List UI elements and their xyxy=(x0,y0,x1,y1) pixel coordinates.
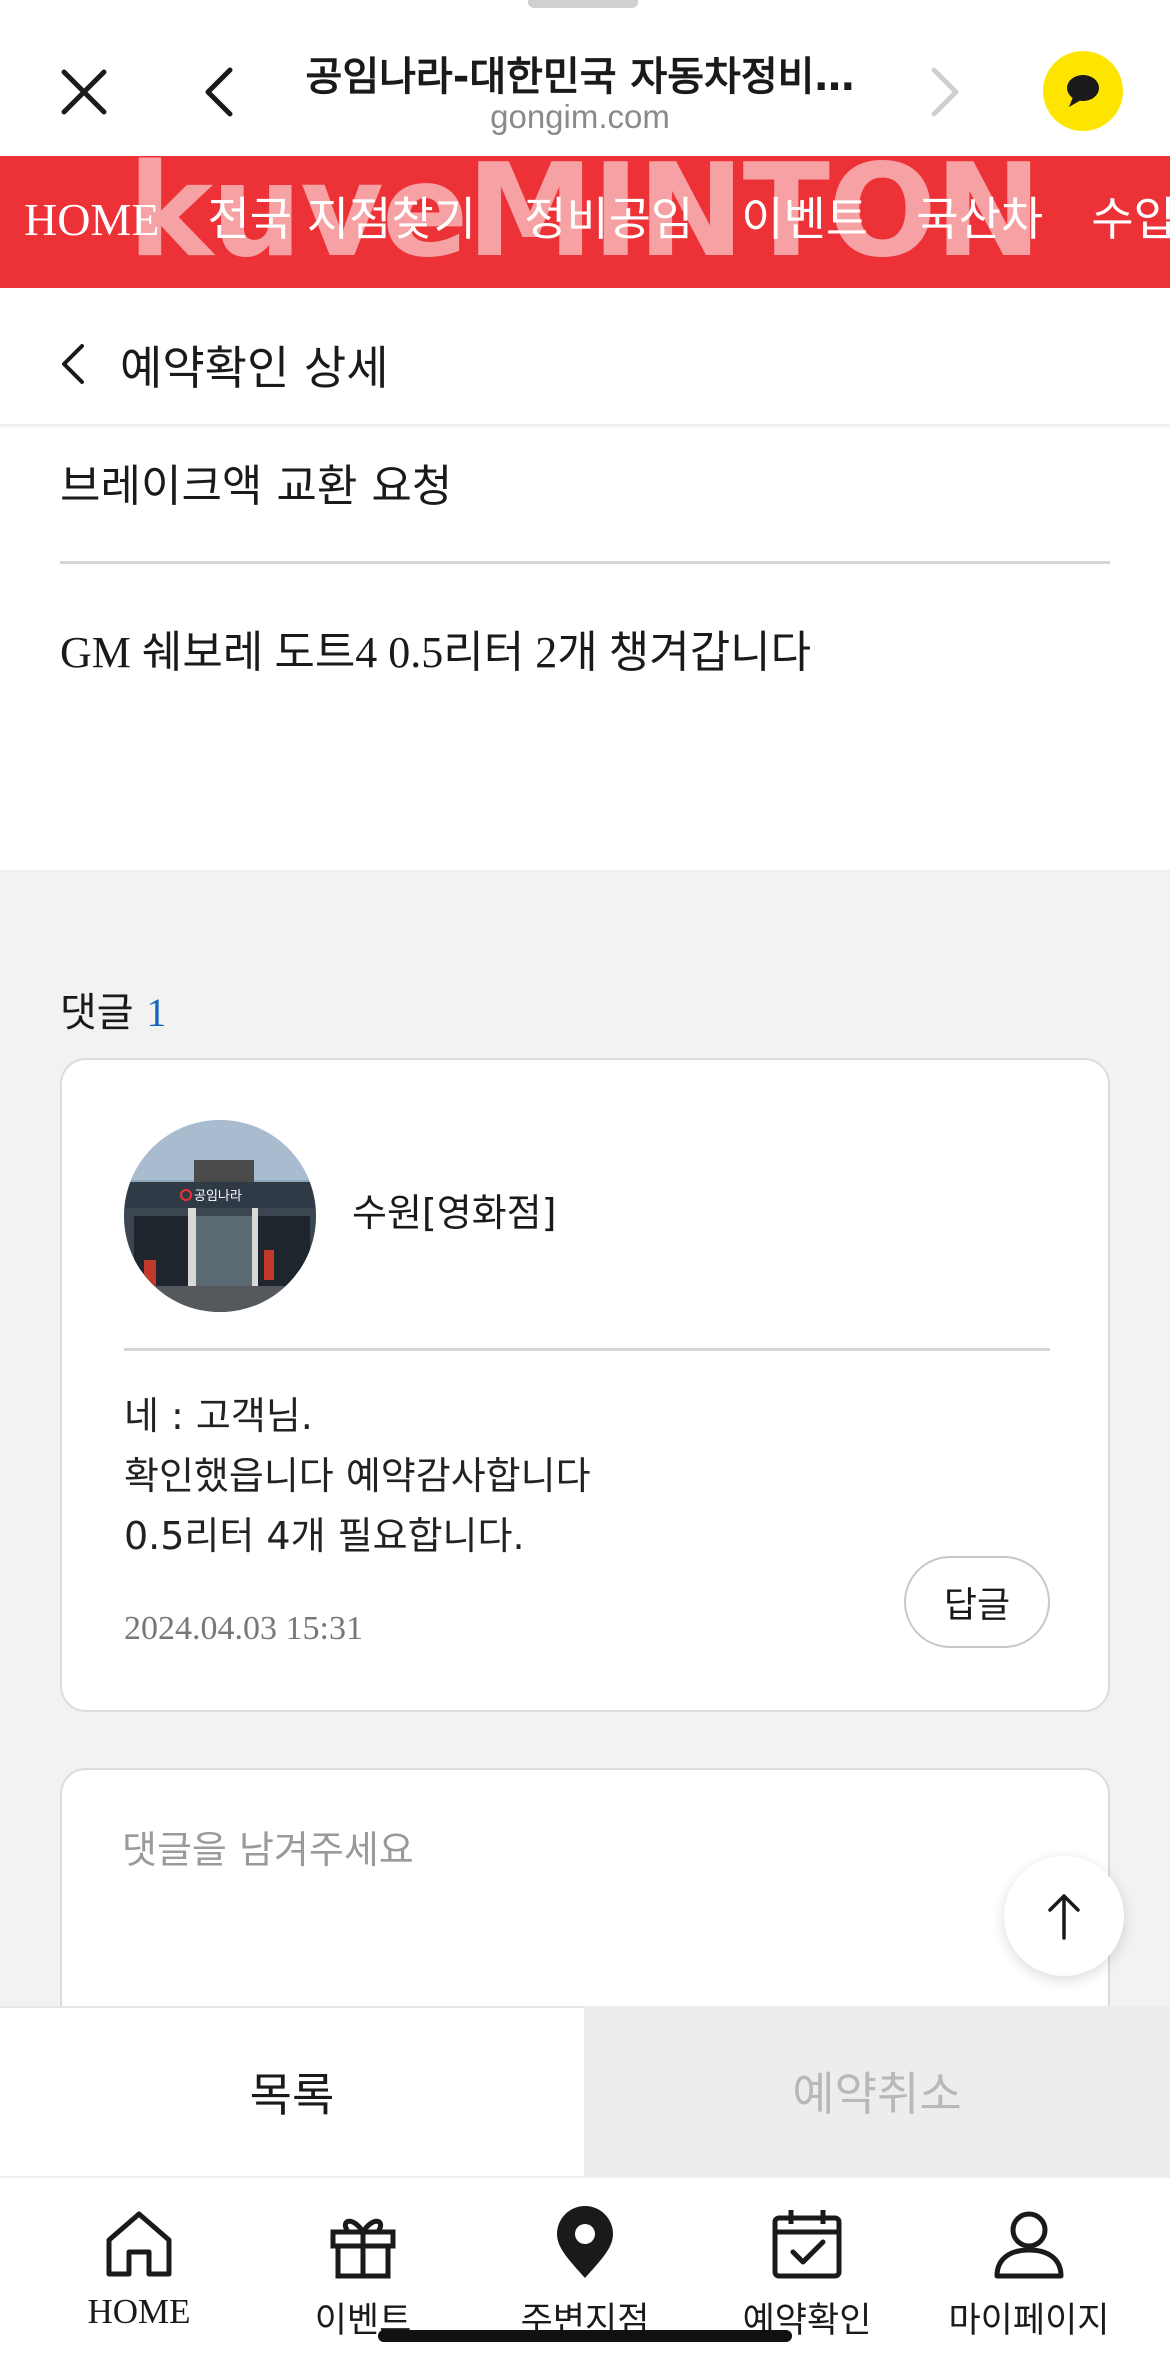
nav-item-import[interactable]: 수입차 xyxy=(1091,192,1170,247)
nav-item-home[interactable]: HOME xyxy=(24,192,159,247)
page-title: 예약확인 상세 xyxy=(120,341,389,395)
avatar: 공임나라 xyxy=(124,1120,316,1312)
comments-count: 1 xyxy=(146,990,167,1035)
post-subject: 브레이크액 교환 요청 xyxy=(60,461,453,512)
drag-handle xyxy=(528,0,638,8)
page-header: 예약확인 상세 xyxy=(0,300,1170,426)
browser-back-icon[interactable] xyxy=(190,60,254,124)
post-content: 브레이크액 교환 요청 GM 쉐보레 도트4 0.5리터 2개 챙겨갑니다 xyxy=(0,428,1170,870)
comment-card: 공임나라 수원[영화점] 네 : 고객님. 확인했읍니다 예약감사합니다 0.5… xyxy=(60,1058,1110,1712)
kakao-chat-icon[interactable] xyxy=(1043,51,1123,131)
browser-forward-icon[interactable] xyxy=(910,60,974,124)
comments-heading: 댓글 1 xyxy=(60,980,166,1038)
close-icon[interactable] xyxy=(52,60,116,124)
avatar-sign: 공임나라 xyxy=(194,1189,242,1204)
browser-title: 공임나라-대한민국 자동차정비… xyxy=(305,54,855,100)
comment-line: 확인했읍니다 예약감사합니다 xyxy=(124,1454,591,1498)
top-nav: HOME 전국 지점찾기 정비공임 이벤트 국산차 수입차 xyxy=(0,156,1170,288)
top-nav-items: HOME 전국 지점찾기 정비공임 이벤트 국산차 수입차 xyxy=(24,192,1170,247)
user-icon xyxy=(994,2211,1064,2279)
comment-line: 0.5리터 4개 필요합니다. xyxy=(124,1514,525,1558)
divider xyxy=(60,561,1110,564)
location-pin-icon xyxy=(557,2206,613,2278)
divider xyxy=(124,1348,1050,1351)
tab-label: 마이페이지 xyxy=(948,2301,1110,2341)
arrow-up-icon xyxy=(1048,1894,1080,1940)
tab-home[interactable]: HOME xyxy=(22,2196,256,2356)
comment-author: 수원[영화점] xyxy=(352,1191,557,1235)
comment-line: 네 : 고객님. xyxy=(124,1394,313,1438)
comment-input[interactable] xyxy=(122,1828,982,1872)
comment-text: 네 : 고객님. 확인했읍니다 예약감사합니다 0.5리터 4개 필요합니다. xyxy=(124,1386,591,1566)
home-indicator xyxy=(378,2330,792,2342)
browser-url: gongim.com xyxy=(490,98,670,135)
comments-section: 댓글 1 공임나라 수원[영화점] 네: 고객님. 확인했읍니다 예약감사합니… xyxy=(0,870,1170,2028)
comments-label: 댓글 xyxy=(60,990,134,1036)
comment-input-box[interactable] xyxy=(60,1768,1110,2028)
home-icon xyxy=(106,2211,172,2277)
post-body: GM 쉐보레 도트4 0.5리터 2개 챙겨갑니다 xyxy=(60,628,812,677)
nav-item-find-branch[interactable]: 전국 지점찾기 xyxy=(207,192,476,247)
tab-label: HOME xyxy=(87,2292,191,2331)
browser-bar: 공임나라-대한민국 자동차정비… gongim.com xyxy=(0,0,1170,156)
back-icon[interactable] xyxy=(52,336,96,392)
scroll-to-top-button[interactable] xyxy=(1004,1856,1124,1976)
nav-item-event[interactable]: 이벤트 xyxy=(741,192,868,247)
reply-button[interactable]: 답글 xyxy=(904,1556,1050,1648)
gift-icon xyxy=(330,2218,396,2279)
comment-date: 2024.04.03 15:31 xyxy=(124,1610,363,1647)
action-bar: 목록 예약취소 xyxy=(0,2006,1170,2176)
calendar-check-icon xyxy=(772,2210,842,2279)
nav-item-labor-cost[interactable]: 정비공임 xyxy=(524,192,693,247)
nav-item-domestic[interactable]: 국산차 xyxy=(916,192,1043,247)
cancel-reservation-button[interactable]: 예약취소 xyxy=(584,2006,1170,2176)
list-button[interactable]: 목록 xyxy=(0,2006,584,2176)
tab-my-page[interactable]: 마이페이지 xyxy=(912,2196,1146,2356)
